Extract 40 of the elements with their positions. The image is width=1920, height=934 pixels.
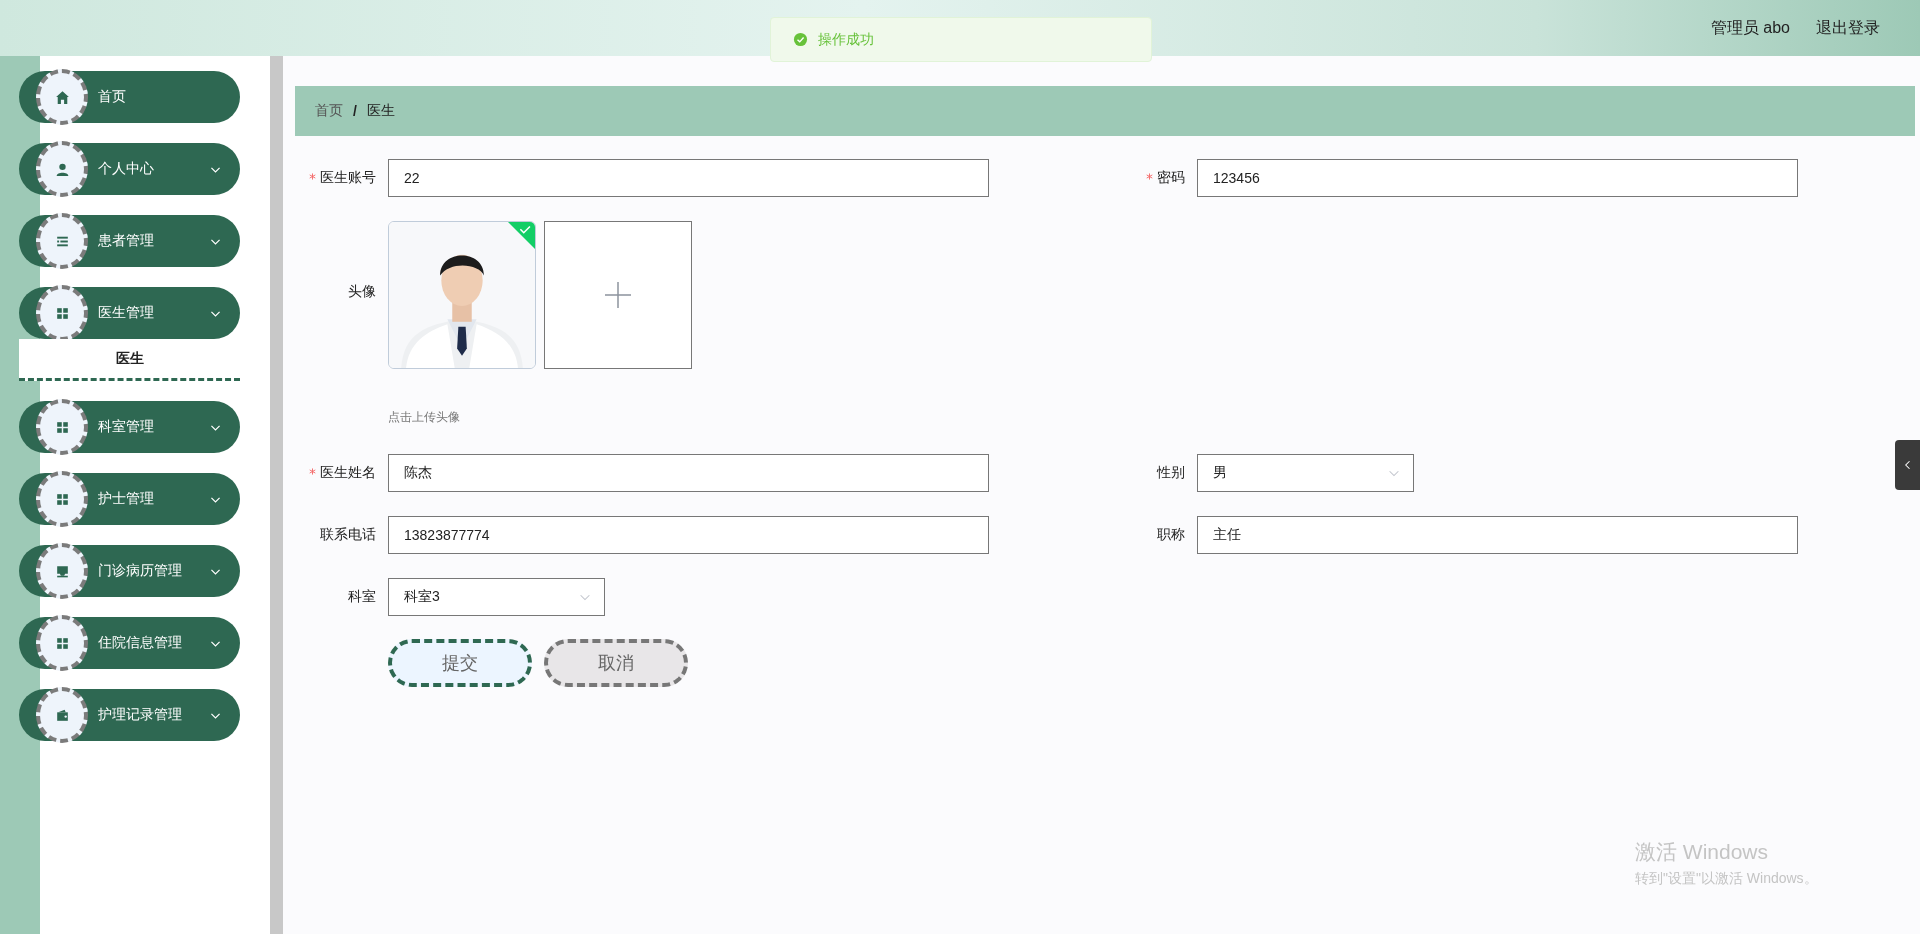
select-field[interactable]: 科室3: [388, 578, 605, 616]
field-label: 科室: [348, 588, 376, 606]
menu-item[interactable]: 患者管理: [19, 215, 240, 267]
toast-text: 操作成功: [818, 30, 874, 49]
success-icon: [793, 32, 808, 47]
check-icon: [508, 222, 535, 249]
cancel-button[interactable]: 取消: [544, 639, 688, 687]
input-field[interactable]: 13823877774: [388, 516, 989, 554]
field-label: 医生账号: [309, 169, 376, 187]
submit-button[interactable]: 提交: [388, 639, 532, 687]
input-field[interactable]: 陈杰: [388, 454, 989, 492]
breadcrumb-link[interactable]: 首页: [315, 102, 343, 120]
menu-item[interactable]: 护士管理: [19, 473, 240, 525]
field-label: 性别: [1157, 464, 1185, 482]
plus-icon: [605, 282, 631, 308]
user-name: 管理员 abo: [1710, 17, 1790, 38]
submenu-item[interactable]: 医生: [19, 339, 240, 381]
breadcrumb-separator: /: [353, 103, 357, 119]
menu-item[interactable]: 科室管理: [19, 401, 240, 453]
menu-item[interactable]: 门诊病历管理: [19, 545, 240, 597]
field-label: 联系电话: [320, 526, 376, 544]
scrollbar[interactable]: [270, 56, 283, 934]
input-field[interactable]: 22: [388, 159, 989, 197]
input-field[interactable]: 123456: [1197, 159, 1798, 197]
menu-item[interactable]: 住院信息管理: [19, 617, 240, 669]
upload-button[interactable]: [544, 221, 692, 369]
activation-title: 激活 Windows: [1635, 839, 1770, 865]
field-label: 医生姓名: [309, 464, 376, 482]
menu-item[interactable]: 医生管理: [19, 287, 240, 339]
collapse-tab[interactable]: [1895, 440, 1920, 490]
menu-item[interactable]: 首页: [19, 71, 240, 123]
field-label: 职称: [1157, 526, 1185, 544]
select-field[interactable]: 男: [1197, 454, 1414, 492]
input-field[interactable]: 主任: [1197, 516, 1798, 554]
hint-text: 点击上传头像: [388, 409, 461, 426]
menu-item[interactable]: 护理记录管理: [19, 689, 240, 741]
logout-link[interactable]: 退出登录: [1816, 17, 1880, 39]
field-label: 头像: [348, 283, 376, 301]
field-label: 密码: [1146, 169, 1185, 187]
menu-item[interactable]: 个人中心: [19, 143, 240, 195]
